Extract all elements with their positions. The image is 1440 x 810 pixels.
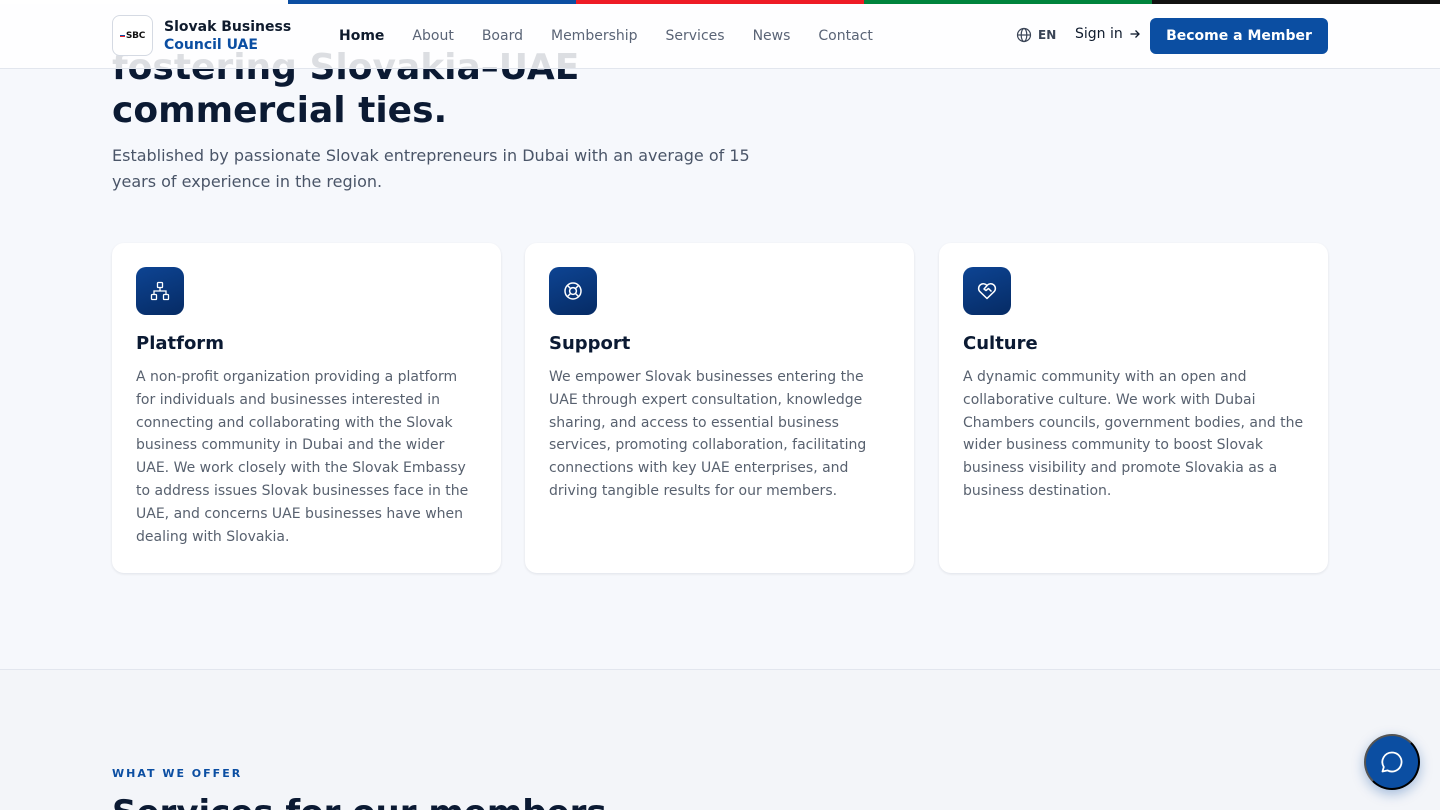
logo[interactable]: SBC — [112, 15, 153, 56]
language-label: EN — [1038, 28, 1057, 42]
flag-stripe-red — [576, 0, 864, 4]
card-icon-tile — [963, 267, 1011, 315]
nav-about[interactable]: About — [412, 27, 453, 45]
chat-button[interactable] — [1364, 734, 1420, 790]
card-text: A non-profit organization providing a pl… — [136, 369, 469, 545]
card-title: Culture — [963, 333, 1038, 354]
language-switcher[interactable]: EN — [1016, 27, 1056, 43]
offer-title: Services for our members — [112, 793, 607, 810]
nav-membership[interactable]: Membership — [551, 27, 638, 45]
card-text: We empower Slovak businesses entering th… — [549, 369, 867, 499]
nav-board[interactable]: Board — [482, 27, 523, 45]
hero-subtitle: Established by passionate Slovak entrepr… — [112, 146, 750, 191]
card-text: A dynamic community with an open and col… — [963, 369, 1304, 499]
flag-stripe-green — [864, 0, 1152, 4]
flag-stripe-black — [1152, 0, 1440, 4]
logo-mark: SBC — [119, 31, 145, 41]
offer-section — [0, 670, 1440, 810]
sign-in-label: Sign in — [1075, 26, 1123, 42]
brand-name[interactable]: Slovak Business Council UAE — [164, 18, 291, 54]
brand-line2: Council UAE — [164, 37, 258, 53]
flag-color-bar — [0, 0, 1440, 4]
flag-stripe-blue — [288, 0, 576, 4]
brand-line1: Slovak Business — [164, 19, 292, 35]
become-member-button[interactable]: Become a Member — [1150, 18, 1328, 54]
offer-eyebrow: WHAT WE OFFER — [112, 767, 243, 780]
site-header: SBC Slovak Business Council UAE Home Abo… — [0, 0, 1440, 69]
lifebuoy-icon — [564, 282, 582, 300]
card-title: Platform — [136, 333, 224, 354]
sign-in-link[interactable]: Sign in — [1075, 26, 1141, 42]
network-icon — [150, 281, 170, 301]
card-platform: Platform A non-profit organization provi… — [112, 243, 501, 573]
nav-news[interactable]: News — [753, 27, 791, 45]
nav-home[interactable]: Home — [339, 27, 384, 45]
hero-title-line2: commercial ties. — [112, 90, 448, 131]
card-icon-tile — [549, 267, 597, 315]
nav-services[interactable]: Services — [666, 27, 725, 45]
nav-contact[interactable]: Contact — [818, 27, 872, 45]
card-culture: Culture A dynamic community with an open… — [939, 243, 1328, 573]
heart-handshake-icon — [977, 283, 997, 300]
main-nav: Home About Board Membership Services New… — [339, 27, 901, 45]
chat-bubble-icon — [1381, 751, 1403, 773]
card-title: Support — [549, 333, 631, 354]
arrow-right-icon — [1130, 30, 1140, 38]
card-support: Support We empower Slovak businesses ent… — [525, 243, 914, 573]
globe-icon — [1016, 27, 1032, 43]
flag-stripe-white — [0, 0, 288, 4]
card-icon-tile — [136, 267, 184, 315]
